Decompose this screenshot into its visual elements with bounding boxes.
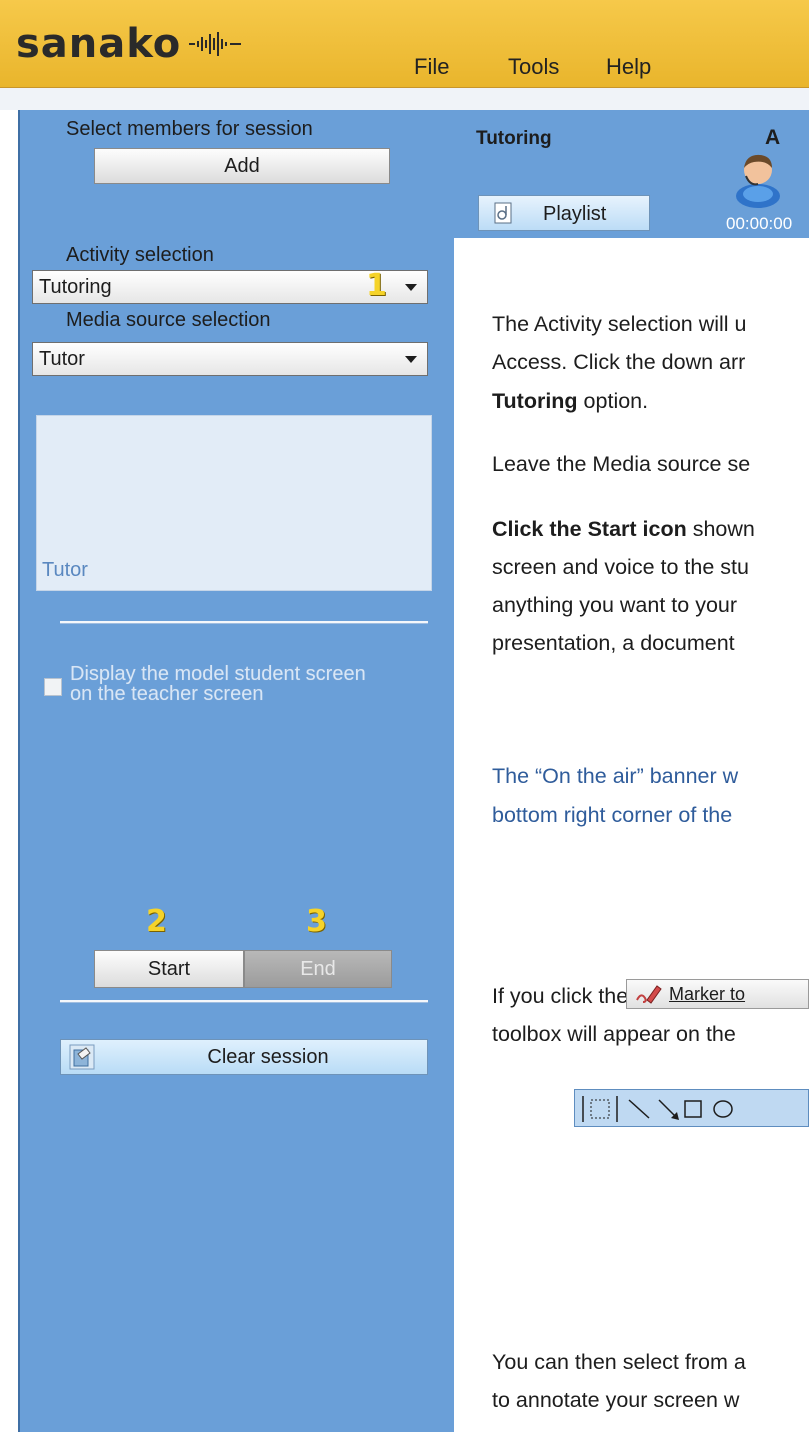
select-tool-icon[interactable] bbox=[590, 1099, 610, 1119]
doc-line: presentation, a document bbox=[492, 631, 735, 655]
doc-bold: Click the Start icon bbox=[492, 517, 687, 541]
divider bbox=[60, 1000, 428, 1003]
marker-tool-button[interactable]: Marker to bbox=[626, 979, 809, 1009]
model-student-checkbox[interactable] bbox=[44, 678, 62, 696]
doc-line: Click the Start icon shown bbox=[492, 517, 755, 542]
media-preview: Tutor bbox=[36, 415, 432, 591]
doc-line: The Activity selection will u bbox=[492, 312, 747, 336]
callout-3: 3 bbox=[306, 904, 327, 939]
menu-file[interactable]: File bbox=[414, 54, 449, 80]
checkbox-label-line1: Display the model student screen bbox=[70, 663, 366, 685]
doc-line: bottom right corner of the bbox=[492, 803, 733, 827]
marker-tool-label: Marker to bbox=[669, 984, 746, 1004]
doc-line: You can then select from a bbox=[492, 1350, 746, 1374]
dropdown-arrow-icon[interactable] bbox=[405, 284, 417, 291]
clear-session-button[interactable]: Clear session bbox=[60, 1039, 428, 1075]
menu-tools[interactable]: Tools bbox=[508, 54, 559, 80]
menu-help[interactable]: Help bbox=[606, 54, 651, 80]
model-student-checkbox-label: Display the model student screen on the … bbox=[70, 664, 366, 704]
start-button[interactable]: Start bbox=[94, 950, 244, 988]
doc-line: screen and voice to the stu bbox=[492, 555, 749, 579]
doc-line: If you click the bbox=[492, 984, 629, 1008]
line-tool-icon[interactable] bbox=[628, 1099, 650, 1119]
logo-text: sanako bbox=[16, 21, 182, 67]
ellipse-tool-icon[interactable] bbox=[713, 1100, 733, 1118]
playlist-icon bbox=[494, 202, 512, 224]
menu-strip bbox=[0, 88, 809, 110]
playlist-label: Playlist bbox=[543, 203, 607, 225]
select-members-label: Select members for session bbox=[66, 118, 313, 140]
callout-1: 1 bbox=[366, 268, 387, 303]
sound-wave-icon bbox=[189, 32, 242, 56]
rectangle-tool-icon[interactable] bbox=[684, 1100, 702, 1118]
media-source-dropdown[interactable]: Tutor bbox=[32, 342, 428, 376]
doc-line: The “On the air” banner w bbox=[492, 764, 739, 788]
media-source-label: Media source selection bbox=[66, 309, 271, 331]
title-bar: sanako File Tools Help bbox=[0, 0, 809, 88]
activity-title: Tutoring bbox=[476, 128, 552, 149]
avatar-icon[interactable] bbox=[728, 146, 788, 208]
doc-line: Access. Click the down arr bbox=[492, 350, 746, 374]
end-button[interactable]: End bbox=[244, 950, 392, 988]
arrow-tool-icon[interactable] bbox=[658, 1099, 676, 1117]
marker-icon bbox=[636, 985, 662, 1004]
doc-line: anything you want to your bbox=[492, 593, 738, 617]
doc-bold: Tutoring bbox=[492, 389, 578, 413]
doc-line: to annotate your screen w bbox=[492, 1388, 740, 1412]
toolbox-tools bbox=[582, 1096, 733, 1122]
dropdown-arrow-icon[interactable] bbox=[405, 356, 417, 363]
playlist-button[interactable]: Playlist bbox=[478, 195, 650, 231]
divider bbox=[60, 621, 428, 624]
add-button[interactable]: Add bbox=[94, 148, 390, 184]
activity-selection-label: Activity selection bbox=[66, 244, 214, 266]
sanako-logo: sanako bbox=[16, 24, 243, 64]
activity-value: Tutoring bbox=[39, 276, 112, 298]
doc-line: Leave the Media source se bbox=[492, 452, 751, 476]
media-source-value: Tutor bbox=[39, 348, 85, 370]
doc-text: shown bbox=[686, 517, 755, 541]
preview-label: Tutor bbox=[42, 559, 88, 581]
marker-toolbox bbox=[574, 1089, 809, 1127]
doc-line: Tutoring option. bbox=[492, 389, 648, 414]
callout-2: 2 bbox=[146, 904, 167, 939]
doc-text: option. bbox=[577, 389, 649, 413]
clear-session-label: Clear session bbox=[207, 1046, 329, 1068]
doc-line: toolbox will appear on the bbox=[492, 1022, 736, 1046]
clear-session-icon bbox=[69, 1044, 95, 1070]
session-timer: 00:00:00 bbox=[726, 214, 793, 233]
checkbox-label-line2: on the teacher screen bbox=[70, 683, 264, 705]
